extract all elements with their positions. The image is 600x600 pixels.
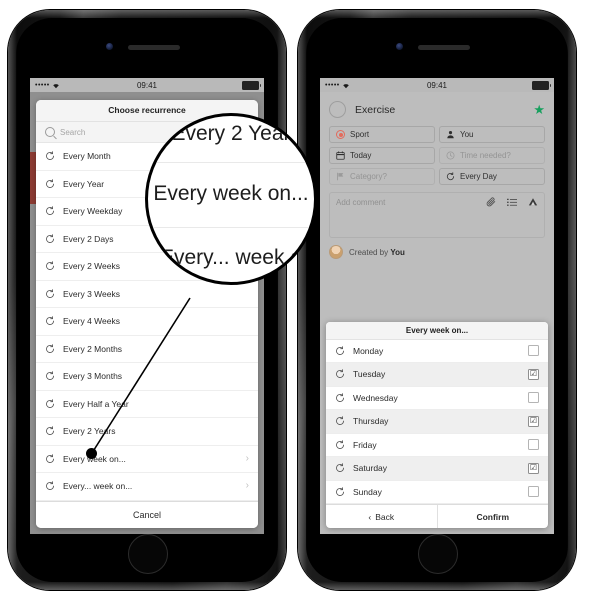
magnifier-text-2: Every week on... bbox=[153, 182, 309, 205]
callout-anchor-dot bbox=[86, 448, 97, 459]
magnifier-line-1: Every 2 Year bbox=[148, 122, 314, 146]
callout-pointer-line bbox=[91, 297, 191, 454]
magnifier-separator-1 bbox=[148, 162, 314, 163]
magnifier-text-1: Every 2 Year bbox=[171, 122, 291, 145]
magnifier-separator-2 bbox=[148, 227, 314, 228]
magnifier-line-3: Every... week o bbox=[148, 246, 314, 270]
magnifier-lens: Every 2 Year Every week on... Every... w… bbox=[145, 113, 317, 285]
magnifier-line-2: Every week on... bbox=[148, 182, 314, 206]
screenshot-canvas: ••••• 09:41 Choose recurrence Search Eve… bbox=[0, 0, 600, 600]
magnifier-text-3: Every... week o bbox=[160, 246, 302, 269]
